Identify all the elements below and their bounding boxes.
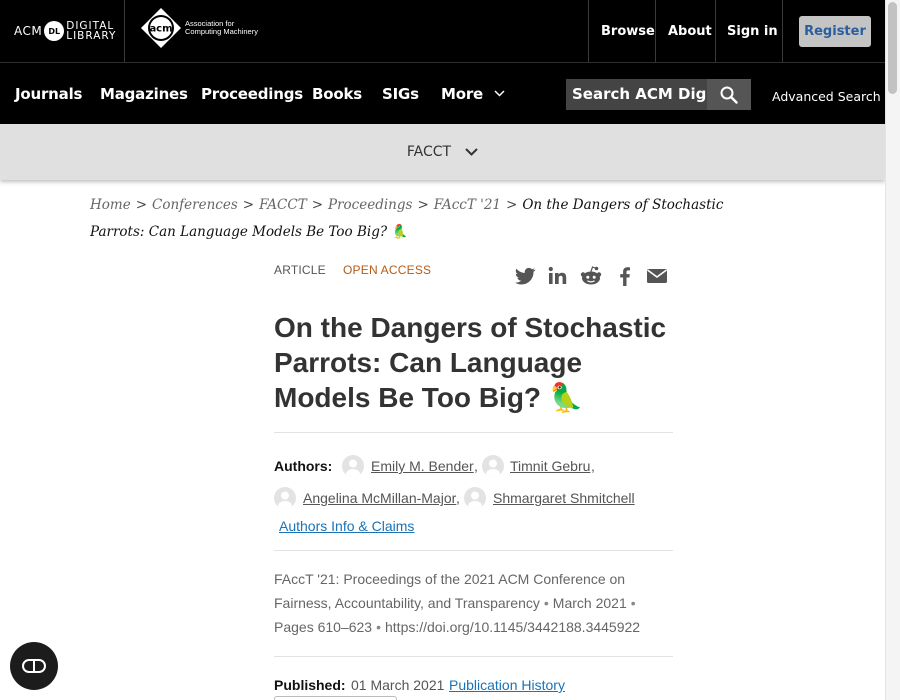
author-comma: , bbox=[591, 458, 595, 474]
author-link[interactable]: Shmargaret Shmitchell bbox=[493, 490, 635, 506]
article-type-label: ARTICLE bbox=[274, 263, 326, 277]
scrollbar-thumb[interactable] bbox=[888, 2, 897, 94]
venue-date: March 2021 bbox=[553, 595, 627, 611]
breadcrumb-proceedings[interactable]: Proceedings bbox=[328, 197, 412, 213]
nav-sigs[interactable]: SIGs bbox=[382, 85, 419, 103]
author-link[interactable]: Timnit Gebru bbox=[510, 458, 590, 474]
acm-mark-text: acm bbox=[149, 24, 172, 35]
open-access-label: OPEN ACCESS bbox=[343, 263, 431, 277]
nav-proceedings[interactable]: Proceedings bbox=[201, 85, 303, 103]
acm-dl-logo[interactable]: ACM DL DIGITAL LIBRARY bbox=[14, 18, 116, 44]
about-link[interactable]: About bbox=[668, 24, 712, 39]
breadcrumb-separator: > bbox=[417, 197, 428, 213]
email-icon[interactable] bbox=[645, 264, 669, 288]
author-link[interactable]: Angelina McMillan-Major bbox=[303, 490, 456, 506]
divider bbox=[274, 432, 673, 433]
linkedin-icon[interactable] bbox=[546, 264, 570, 288]
browse-link[interactable]: Browse bbox=[601, 24, 655, 39]
divider bbox=[274, 550, 673, 551]
nav-more[interactable]: More bbox=[441, 85, 505, 103]
article-title: On the Dangers of Stochastic Parrots: Ca… bbox=[274, 310, 684, 415]
acm-logo[interactable]: acm Association for Computing Machinery bbox=[140, 7, 258, 49]
dl-logo-badge: DL bbox=[44, 21, 64, 41]
twitter-icon[interactable] bbox=[513, 264, 537, 288]
sign-in-link[interactable]: Sign in bbox=[727, 24, 778, 39]
bullet-separator: • bbox=[376, 619, 381, 635]
breadcrumb-conferences[interactable]: Conferences bbox=[152, 197, 238, 213]
search-icon bbox=[720, 86, 738, 104]
cookie-settings-button[interactable] bbox=[10, 642, 58, 690]
main-nav: Journals Magazines Proceedings Books SIG… bbox=[0, 62, 885, 124]
advanced-search-link[interactable]: Advanced Search bbox=[772, 89, 881, 104]
search-button[interactable] bbox=[707, 79, 751, 110]
conference-bar[interactable]: FACCT bbox=[0, 124, 885, 180]
chevron-down-icon bbox=[494, 90, 505, 97]
author-avatar bbox=[482, 455, 504, 477]
nav-journals[interactable]: Journals bbox=[15, 85, 82, 103]
article-pages: Pages 610–623 bbox=[274, 619, 372, 635]
register-button[interactable]: Register bbox=[799, 16, 871, 47]
author-link[interactable]: Emily M. Bender bbox=[371, 458, 474, 474]
header-divider bbox=[715, 0, 716, 62]
acm-logo-line2: Computing Machinery bbox=[185, 28, 258, 36]
metrics-box bbox=[274, 696, 397, 700]
dl-logo-words: DIGITAL LIBRARY bbox=[66, 21, 116, 41]
facebook-icon[interactable] bbox=[613, 264, 637, 288]
divider bbox=[274, 656, 673, 657]
bullet-separator: • bbox=[631, 595, 636, 611]
header-divider bbox=[782, 0, 783, 62]
breadcrumb: Home > Conferences > FACCT > Proceedings > FAccT… bbox=[90, 192, 770, 246]
published-label: Published: bbox=[274, 677, 346, 693]
glasses-icon bbox=[21, 657, 47, 675]
published-date: 01 March 2021 bbox=[351, 677, 444, 693]
dl-logo-line2: LIBRARY bbox=[66, 31, 116, 41]
breadcrumb-separator: > bbox=[243, 197, 254, 213]
author-avatar bbox=[274, 487, 296, 509]
reddit-icon[interactable] bbox=[579, 264, 603, 288]
authors-info-link[interactable]: Authors Info & Claims bbox=[279, 518, 414, 534]
breadcrumb-separator: > bbox=[136, 197, 147, 213]
authors-label: Authors: bbox=[274, 458, 332, 474]
author-avatar bbox=[342, 455, 364, 477]
bullet-separator: • bbox=[544, 595, 549, 611]
conference-label: FACCT bbox=[407, 144, 451, 160]
top-header: ACM DL DIGITAL LIBRARY acm Association f… bbox=[0, 0, 885, 62]
header-divider bbox=[124, 0, 125, 62]
acm-logo-words: Association for Computing Machinery bbox=[185, 20, 258, 36]
publication-history-link[interactable]: Publication History bbox=[449, 677, 565, 693]
nav-books[interactable]: Books bbox=[312, 85, 362, 103]
dl-logo-acm-text: ACM bbox=[14, 24, 42, 38]
breadcrumb-separator: > bbox=[312, 197, 323, 213]
breadcrumb-facct[interactable]: FACCT bbox=[259, 197, 307, 213]
header-divider bbox=[655, 0, 656, 62]
scrollbar-track[interactable] bbox=[885, 0, 900, 700]
search-input[interactable]: Search ACM Digital Library bbox=[566, 79, 707, 110]
acm-diamond-icon: acm bbox=[140, 7, 182, 49]
breadcrumb-home[interactable]: Home bbox=[90, 197, 131, 213]
breadcrumb-separator: > bbox=[506, 197, 517, 213]
nav-magazines[interactable]: Magazines bbox=[100, 85, 188, 103]
breadcrumb-facct21[interactable]: FAccT '21 bbox=[434, 197, 501, 213]
doi-link[interactable]: https://doi.org/10.1145/3442188.3445922 bbox=[385, 619, 640, 635]
author-comma: , bbox=[474, 458, 478, 474]
nav-more-label: More bbox=[441, 85, 483, 103]
chevron-down-icon bbox=[465, 148, 478, 156]
header-divider bbox=[588, 0, 589, 62]
author-avatar bbox=[464, 487, 486, 509]
author-comma: , bbox=[456, 490, 460, 506]
publication-venue: FAccT '21: Proceedings of the 2021 ACM C… bbox=[274, 567, 674, 639]
